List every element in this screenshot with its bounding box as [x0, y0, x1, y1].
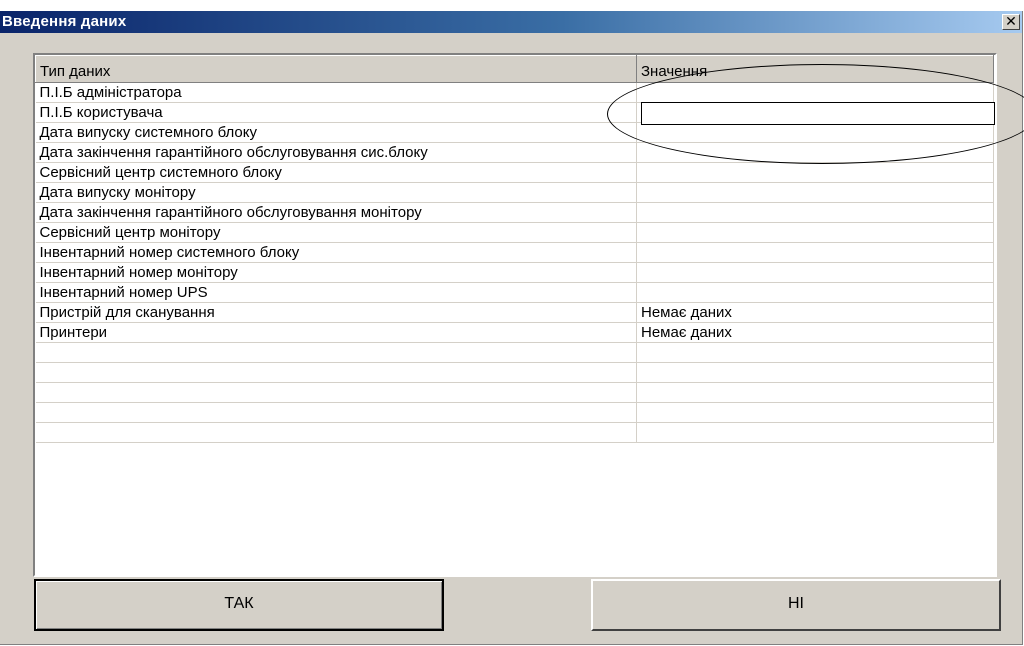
- cell-value[interactable]: [636, 202, 994, 223]
- table-row[interactable]: П.І.Б адміністратора: [35, 82, 994, 103]
- table-row[interactable]: [35, 422, 994, 443]
- cell-value[interactable]: [636, 222, 994, 243]
- cell-value[interactable]: [636, 262, 994, 283]
- title-bar[interactable]: Введення даних ✕: [0, 11, 1022, 33]
- cell-type[interactable]: П.І.Б користувача: [35, 102, 637, 123]
- column-header-value[interactable]: Значення: [636, 55, 994, 83]
- close-icon: ✕: [1005, 14, 1017, 30]
- yes-button[interactable]: ТАК: [34, 579, 444, 631]
- cell-type[interactable]: [35, 422, 637, 443]
- cell-type[interactable]: Інвентарний номер монітору: [35, 262, 637, 283]
- table-row[interactable]: Дата закінчення гарантійного обслуговува…: [35, 202, 994, 223]
- cell-type[interactable]: Інвентарний номер системного блоку: [35, 242, 637, 263]
- cell-value[interactable]: [636, 362, 994, 383]
- column-header-type[interactable]: Тип даних: [35, 55, 637, 83]
- table-row[interactable]: [35, 342, 994, 363]
- cell-value[interactable]: Немає даних: [636, 302, 994, 323]
- cell-type[interactable]: Принтери: [35, 322, 637, 343]
- cell-type[interactable]: Інвентарний номер UPS: [35, 282, 637, 303]
- table-row[interactable]: [35, 382, 994, 403]
- cell-value[interactable]: Немає даних: [636, 322, 994, 343]
- cell-type[interactable]: П.І.Б адміністратора: [35, 82, 637, 103]
- cell-value[interactable]: [636, 342, 994, 363]
- cell-value[interactable]: [636, 282, 994, 303]
- table-row[interactable]: Інвентарний номер монітору: [35, 262, 994, 283]
- cell-type[interactable]: Дата закінчення гарантійного обслуговува…: [35, 142, 637, 163]
- cell-value[interactable]: [636, 402, 994, 423]
- table-row[interactable]: [35, 362, 994, 383]
- value-edit-field[interactable]: [641, 102, 995, 125]
- table-row[interactable]: [35, 402, 994, 423]
- header-row: Тип даних Значення: [35, 55, 994, 83]
- table-row[interactable]: Дата випуску монітору: [35, 182, 994, 203]
- cell-type[interactable]: Дата випуску монітору: [35, 182, 637, 203]
- close-button[interactable]: ✕: [1002, 14, 1020, 30]
- cell-value[interactable]: [636, 422, 994, 443]
- cell-value[interactable]: [636, 382, 994, 403]
- table-row[interactable]: Принтери Немає даних: [35, 322, 994, 343]
- cell-type[interactable]: Сервісний центр монітору: [35, 222, 637, 243]
- data-grid: Тип даних Значення П.І.Б адміністратора П…: [33, 53, 997, 577]
- cell-type[interactable]: [35, 362, 637, 383]
- cell-type[interactable]: Дата закінчення гарантійного обслуговува…: [35, 202, 637, 223]
- dialog-window: Введення даних ✕ Тип даних Значення П.І.…: [0, 11, 1024, 645]
- no-button[interactable]: НІ: [591, 579, 1001, 631]
- table-row[interactable]: Пристрій для сканування Немає даних: [35, 302, 994, 323]
- cell-value[interactable]: [636, 82, 994, 103]
- cell-value[interactable]: [636, 122, 994, 143]
- table-row[interactable]: Сервісний центр монітору: [35, 222, 994, 243]
- window-title: Введення даних: [2, 13, 127, 30]
- cell-type[interactable]: Сервісний центр системного блоку: [35, 162, 637, 183]
- table-row[interactable]: Інвентарний номер UPS: [35, 282, 994, 303]
- cell-type[interactable]: [35, 382, 637, 403]
- table-row[interactable]: Сервісний центр системного блоку: [35, 162, 994, 183]
- table-row[interactable]: Дата закінчення гарантійного обслуговува…: [35, 142, 994, 163]
- cell-type[interactable]: Пристрій для сканування: [35, 302, 637, 323]
- table-row[interactable]: Дата випуску системного блоку: [35, 122, 994, 143]
- table-row[interactable]: Інвентарний номер системного блоку: [35, 242, 994, 263]
- cell-type[interactable]: [35, 402, 637, 423]
- cell-value[interactable]: [636, 142, 994, 163]
- cell-type[interactable]: [35, 342, 637, 363]
- cell-type[interactable]: Дата випуску системного блоку: [35, 122, 637, 143]
- cell-value[interactable]: [636, 242, 994, 263]
- cell-value[interactable]: [636, 182, 994, 203]
- cell-value[interactable]: [636, 162, 994, 183]
